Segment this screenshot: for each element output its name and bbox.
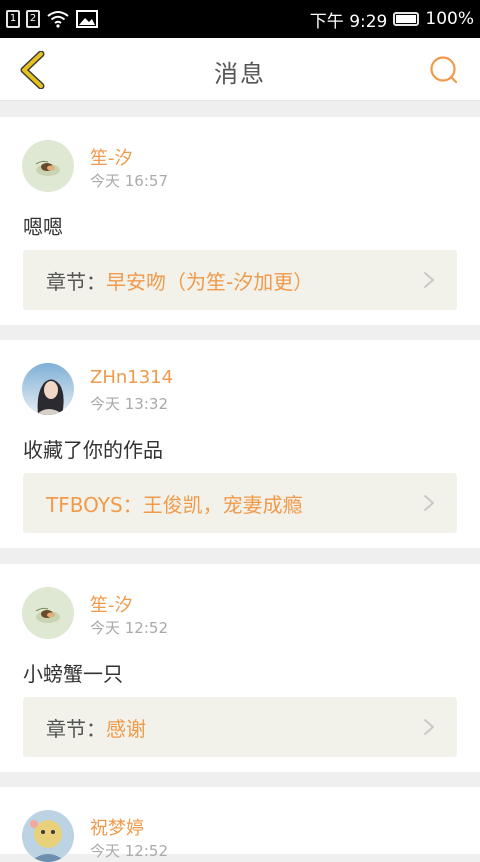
- work-reference[interactable]: TFBOYS：王俊凯，宠妻成瘾: [23, 473, 457, 533]
- wifi-icon: [47, 11, 69, 28]
- avatar[interactable]: [22, 140, 74, 192]
- reference-prefix: 章节：: [46, 270, 106, 294]
- timestamp: 今天 16:57: [90, 172, 168, 190]
- avatar[interactable]: [22, 363, 74, 415]
- reference-prefix: 章节：: [46, 717, 106, 741]
- chevron-right-icon: [424, 495, 434, 511]
- username[interactable]: ZHn1314: [90, 367, 173, 388]
- reference-title: 感谢: [106, 717, 146, 741]
- username[interactable]: 祝梦婷: [90, 814, 144, 840]
- battery-icon: [393, 12, 420, 26]
- message-content: 收藏了你的作品: [23, 438, 163, 462]
- sim2-icon: 2: [26, 10, 40, 28]
- avatar[interactable]: [22, 587, 74, 639]
- status-bar: 1 2 下午 9:29 100%: [0, 0, 480, 38]
- app-header: 消息: [0, 38, 480, 101]
- reference-line: TFBOYS：王俊凯，宠妻成瘾: [46, 489, 303, 518]
- battery-percent: 100%: [425, 9, 474, 29]
- page-title: 消息: [214, 60, 266, 88]
- search-button[interactable]: [426, 52, 462, 88]
- search-icon: [430, 56, 458, 84]
- reference-title: 早安吻（为笙-汐加更）: [106, 270, 314, 294]
- timestamp: 今天 13:32: [90, 395, 168, 413]
- message-card[interactable]: 笙-汐 今天 12:52 小螃蟹一只 章节：感谢: [0, 564, 480, 772]
- chapter-reference[interactable]: 章节：早安吻（为笙-汐加更）: [23, 250, 457, 310]
- timestamp: 今天 12:52: [90, 842, 168, 860]
- image-notification-icon: [76, 10, 98, 28]
- sim1-icon: 1: [6, 10, 20, 28]
- reference-title: TFBOYS：王俊凯，宠妻成瘾: [46, 493, 303, 517]
- chapter-reference[interactable]: 章节：感谢: [23, 697, 457, 757]
- username[interactable]: 笙-汐: [90, 591, 133, 617]
- message-card[interactable]: 笙-汐 今天 16:57 嗯嗯 章节：早安吻（为笙-汐加更）: [0, 117, 480, 325]
- message-content: 嗯嗯: [23, 215, 63, 239]
- chevron-right-icon: [424, 272, 434, 288]
- reference-line: 章节：早安吻（为笙-汐加更）: [46, 266, 313, 295]
- reference-line: 章节：感谢: [46, 713, 146, 742]
- timestamp: 今天 12:52: [90, 619, 168, 637]
- sim1-label: 1: [9, 13, 17, 24]
- avatar-image: [22, 587, 74, 639]
- status-left: 1 2: [6, 10, 98, 28]
- avatar-image: [22, 363, 74, 415]
- status-right: 下午 9:29 100%: [310, 7, 474, 32]
- message-card[interactable]: ZHn1314 今天 13:32 收藏了你的作品 TFBOYS：王俊凯，宠妻成瘾: [0, 340, 480, 548]
- clock-text: 下午 9:29: [309, 11, 388, 32]
- sim2-label: 2: [29, 13, 37, 24]
- message-content: 小螃蟹一只: [23, 662, 123, 686]
- avatar[interactable]: [22, 810, 74, 862]
- avatar-image: [22, 140, 74, 192]
- chevron-right-icon: [424, 719, 434, 735]
- avatar-image: [22, 810, 74, 862]
- message-card[interactable]: 祝梦婷 今天 12:52: [0, 787, 480, 862]
- username[interactable]: 笙-汐: [90, 144, 133, 170]
